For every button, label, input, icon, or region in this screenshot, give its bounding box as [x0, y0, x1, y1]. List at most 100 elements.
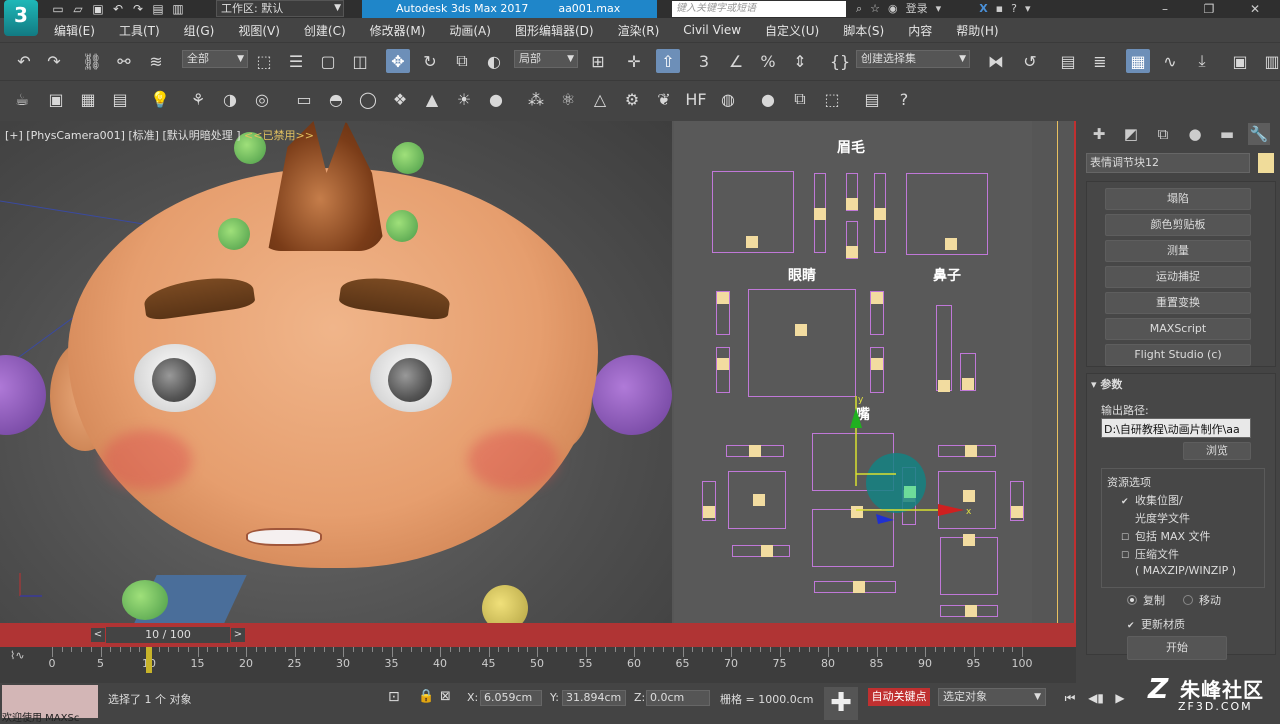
- unlink-icon[interactable]: ⚯: [112, 49, 136, 73]
- menu-content[interactable]: 内容: [908, 22, 932, 39]
- workspace-select[interactable]: 工作区: 默认 ▼: [216, 0, 344, 17]
- y-coordinate-field[interactable]: 31.894cm: [562, 690, 626, 706]
- curve-editor-icon[interactable]: ∿: [1158, 49, 1182, 73]
- render-frame-icon[interactable]: ▣: [44, 87, 68, 111]
- mouth-slider-top-left[interactable]: [726, 445, 784, 457]
- help-icon[interactable]: ?: [1011, 0, 1017, 18]
- help-icon[interactable]: ?: [892, 87, 916, 111]
- material-sphere-icon[interactable]: ●: [756, 87, 780, 111]
- curve-editor-toggle-icon[interactable]: ⌇∿: [10, 649, 25, 662]
- folder-icon[interactable]: ▥: [170, 1, 186, 17]
- mirror-icon[interactable]: ⧓: [984, 49, 1008, 73]
- eye-slider-left-top[interactable]: [716, 291, 730, 335]
- dropdown-icon[interactable]: ▾: [936, 0, 942, 18]
- nose-slider-right[interactable]: [960, 353, 976, 391]
- save-icon[interactable]: ▣: [90, 1, 106, 17]
- named-selection-set-select[interactable]: 创建选择集 ▼: [856, 50, 970, 68]
- time-slider-thumb[interactable]: 10 / 100: [106, 627, 230, 643]
- render-region-icon[interactable]: ⬚: [820, 87, 844, 111]
- lower-lip-slider[interactable]: [940, 534, 998, 595]
- sound-icon[interactable]: ◑: [218, 87, 242, 111]
- maxscript-button[interactable]: MAXScript: [1105, 318, 1251, 340]
- menu-create[interactable]: 创建(C): [304, 22, 346, 39]
- scene-explorer-icon[interactable]: ▤: [1056, 49, 1080, 73]
- populate-icon[interactable]: ⚘: [186, 87, 210, 111]
- hemisphere-icon[interactable]: ◓: [324, 87, 348, 111]
- brow-slider-c[interactable]: [846, 221, 858, 259]
- undo-icon[interactable]: ↶: [12, 49, 36, 73]
- menu-views[interactable]: 视图(V): [238, 22, 280, 39]
- auto-key-button[interactable]: 自动关键点: [868, 688, 930, 706]
- plant-icon[interactable]: ❦: [652, 87, 676, 111]
- rect-selection-icon[interactable]: ▢: [316, 49, 340, 73]
- lock-icon[interactable]: 🔒: [418, 689, 434, 704]
- cloth-icon[interactable]: ◍: [716, 87, 740, 111]
- mouth-slider-bottom-left[interactable]: [732, 545, 790, 557]
- close-icon[interactable]: ✕: [1240, 0, 1270, 18]
- teapot-icon[interactable]: ☕: [10, 87, 34, 111]
- body-controller-1[interactable]: [122, 580, 168, 620]
- star-icon[interactable]: ☆: [870, 0, 880, 18]
- mouth-corner-right[interactable]: [1010, 481, 1024, 521]
- mouth-shape-left[interactable]: [728, 471, 786, 529]
- select-object-icon[interactable]: ⬚: [252, 49, 276, 73]
- geosphere-icon[interactable]: ❖: [388, 87, 412, 111]
- align-icon[interactable]: ↺: [1018, 49, 1042, 73]
- binoculars-icon[interactable]: ⌕: [856, 0, 862, 18]
- mouth-corner-left[interactable]: [702, 481, 716, 521]
- motion-tab-icon[interactable]: ●: [1184, 123, 1206, 145]
- gear-icon[interactable]: ⚙: [620, 87, 644, 111]
- object-color-swatch[interactable]: [1258, 153, 1274, 173]
- update-materials-checkbox[interactable]: ✔ 更新材质: [1127, 616, 1185, 632]
- menu-tools[interactable]: 工具(T): [119, 22, 160, 39]
- project-icon[interactable]: ▤: [150, 1, 166, 17]
- edit-named-sets-icon[interactable]: {}: [828, 49, 852, 73]
- undo-icon[interactable]: ↶: [110, 1, 126, 17]
- pivot-center-icon[interactable]: ⊞: [586, 49, 610, 73]
- hair-fur-icon[interactable]: HF: [684, 87, 708, 111]
- render-icon[interactable]: ▦: [76, 87, 100, 111]
- open-file-icon[interactable]: ▱: [70, 1, 86, 17]
- link-icon[interactable]: ⛓: [80, 49, 104, 73]
- brow-slider-a[interactable]: [814, 173, 826, 253]
- molecule-icon[interactable]: ⚛: [556, 87, 580, 111]
- help-dropdown-icon[interactable]: ▾: [1025, 0, 1031, 18]
- prev-frame-icon[interactable]: ◀▮: [1088, 689, 1104, 707]
- menu-help[interactable]: 帮助(H): [956, 22, 998, 39]
- place-icon[interactable]: ◐: [482, 49, 506, 73]
- particles-icon[interactable]: ⁂: [524, 87, 548, 111]
- menu-scripting[interactable]: 脚本(S): [843, 22, 884, 39]
- time-next-icon[interactable]: >: [231, 628, 245, 642]
- plane-icon[interactable]: ▭: [292, 87, 316, 111]
- window-crossing-icon[interactable]: ◫: [348, 49, 372, 73]
- menu-graph-editors[interactable]: 图形编辑器(D): [515, 22, 594, 39]
- layer-explorer-icon[interactable]: ≣: [1088, 49, 1112, 73]
- transform-gizmo[interactable]: y x: [840, 396, 980, 536]
- render-to-texture-icon[interactable]: ⧉: [788, 87, 812, 111]
- bind-spacewarp-icon[interactable]: ≋: [144, 49, 168, 73]
- percent-snap-icon[interactable]: %: [756, 49, 780, 73]
- select-by-name-icon[interactable]: ☰: [284, 49, 308, 73]
- app-logo[interactable]: 3: [4, 0, 38, 36]
- utilities-tab-icon[interactable]: 🔧: [1248, 123, 1270, 145]
- menu-civil-view[interactable]: Civil View: [683, 23, 741, 37]
- chin-slider[interactable]: [814, 581, 896, 593]
- eye-slider-right-top[interactable]: [870, 291, 884, 335]
- eye-slider-right-bottom[interactable]: [870, 347, 884, 393]
- autodesk-x-icon[interactable]: X: [979, 0, 987, 18]
- selection-filter-select[interactable]: 全部 ▼: [182, 50, 248, 68]
- include-max-checkbox[interactable]: ☐ 包括 MAX 文件: [1121, 528, 1211, 544]
- go-to-start-icon[interactable]: ⏮: [1062, 689, 1078, 707]
- material-editor-icon[interactable]: ▣: [1228, 49, 1252, 73]
- flight-studio-button[interactable]: Flight Studio (c): [1105, 344, 1251, 366]
- brow-slider-b[interactable]: [846, 173, 858, 211]
- user-icon[interactable]: ◉: [888, 0, 898, 18]
- track-bar[interactable]: ⌇∿ 0510152025303540455055606570758085909…: [0, 647, 1076, 683]
- rotate-icon[interactable]: ↻: [418, 49, 442, 73]
- track-ruler[interactable]: 0510152025303540455055606570758085909510…: [49, 647, 1033, 683]
- add-time-tag-icon[interactable]: ✚: [824, 687, 858, 720]
- menu-edit[interactable]: 编辑(E): [54, 22, 95, 39]
- menu-modifiers[interactable]: 修改器(M): [370, 22, 426, 39]
- ribbon-icon[interactable]: ▦: [1126, 49, 1150, 73]
- minimize-icon[interactable]: –: [1150, 0, 1180, 18]
